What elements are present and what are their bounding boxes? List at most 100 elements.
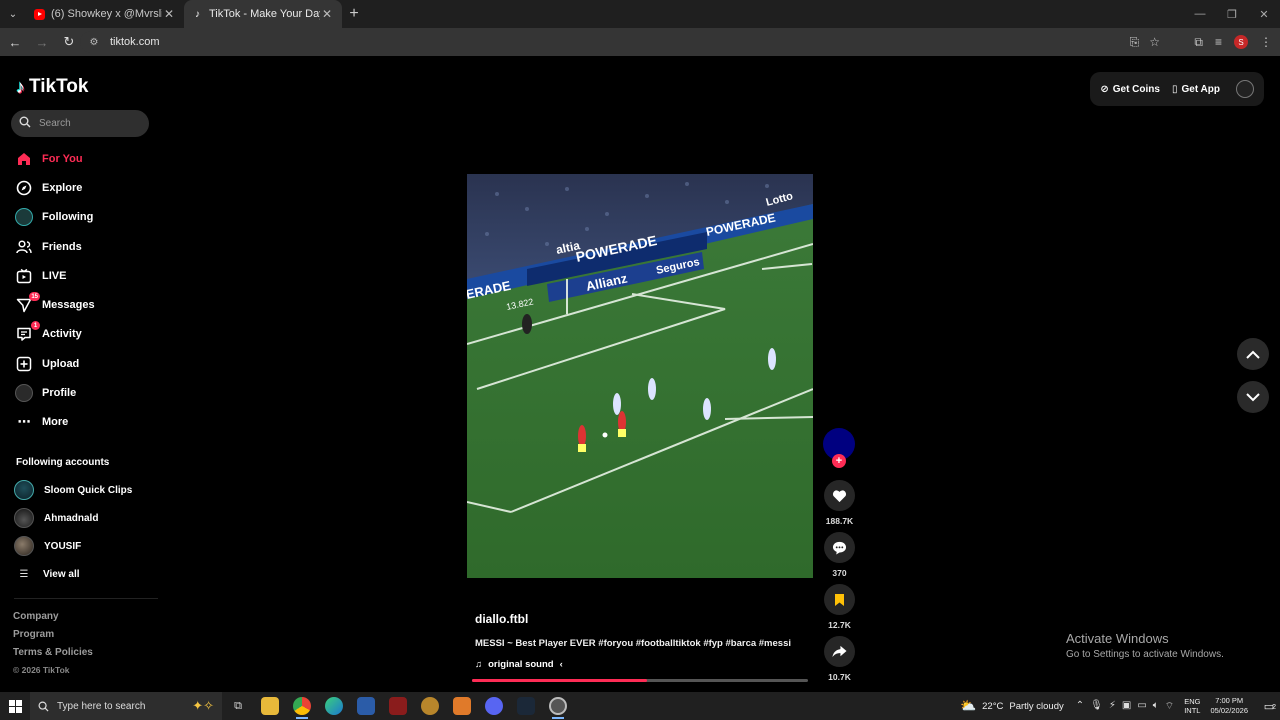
back-button[interactable]: ← [3, 30, 27, 54]
nav-explore[interactable]: Explore [14, 173, 164, 202]
profile-avatar[interactable]: S [1234, 35, 1248, 49]
wifi-icon[interactable]: ⌔ [1165, 700, 1174, 713]
account-name: Sloom Quick Clips [44, 484, 133, 496]
previous-video-button[interactable] [1237, 338, 1269, 370]
sidebar-divider [14, 598, 158, 599]
footer-program-link[interactable]: Program [13, 629, 93, 647]
sound-label: original sound [488, 659, 554, 670]
get-app-button[interactable]: ▯ Get App [1172, 84, 1220, 95]
nav-more[interactable]: ⋯ More [14, 408, 164, 437]
language-indicator[interactable]: ENG INTL [1184, 697, 1200, 715]
coin-icon: ⊘ [1100, 83, 1109, 95]
share-button[interactable] [824, 636, 855, 667]
file-explorer-icon[interactable] [254, 692, 286, 720]
like-button[interactable] [824, 480, 855, 511]
tiktok-logo[interactable]: ♪ TikTok [16, 76, 88, 98]
close-tab-icon[interactable]: ✕ [162, 7, 176, 21]
nav-friends[interactable]: Friends [14, 232, 164, 261]
minimize-icon[interactable]: — [1184, 0, 1216, 28]
next-video-button[interactable] [1237, 381, 1269, 413]
close-window-icon[interactable]: ✕ [1248, 0, 1280, 28]
display-icon[interactable]: ▣ [1122, 700, 1131, 713]
task-view-icon[interactable]: ⧉ [222, 692, 254, 720]
search-box[interactable] [11, 110, 149, 137]
notification-center-icon[interactable]: ▭ 2 [1258, 700, 1280, 713]
account-name: Ahmadnald [44, 512, 99, 524]
reload-button[interactable]: ↻ [57, 30, 81, 54]
nav-messages[interactable]: 15 Messages [14, 290, 164, 319]
close-tab-icon[interactable]: ✕ [320, 7, 334, 21]
video-sound[interactable]: ♫ original sound ‹ [475, 659, 805, 670]
sidebar-footer: Company Program Terms & Policies © 2026 … [13, 611, 93, 683]
nav-upload[interactable]: Upload [14, 349, 164, 378]
nav-label: Following [42, 211, 94, 224]
discord-icon[interactable] [478, 692, 510, 720]
live-icon [14, 266, 34, 286]
weather-widget[interactable]: ⛅ 22°C Partly cloudy [960, 698, 1064, 714]
video-player[interactable]: POWERADE Allianz Seguros altia Lotto POW… [467, 174, 813, 578]
search-input[interactable] [39, 118, 139, 129]
edge-icon[interactable] [318, 692, 350, 720]
tab-search-icon[interactable]: ⌄ [0, 0, 26, 28]
follow-plus-button[interactable]: + [832, 454, 846, 468]
video-progress-bar[interactable] [472, 679, 808, 682]
nav-following[interactable]: Following [14, 203, 164, 232]
top-actions-bar: ⊘ Get Coins ▯ Get App [1090, 72, 1264, 106]
forward-button[interactable]: → [30, 30, 54, 54]
browser-tab-tiktok[interactable]: ♪ TikTok - Make Your Day ✕ [184, 0, 342, 28]
sparkle-icon: ✦✧ [192, 698, 214, 713]
following-account[interactable]: YOUSIF [14, 532, 164, 560]
following-account[interactable]: Sloom Quick Clips [14, 476, 164, 504]
get-coins-button[interactable]: ⊘ Get Coins [1100, 84, 1160, 95]
chevron-up-icon[interactable]: ⌃ [1076, 700, 1084, 713]
app-icon-red[interactable] [382, 692, 414, 720]
clock-date: 05/02/2026 [1210, 706, 1248, 715]
share-count: 10.7K [828, 672, 851, 682]
app-icon-gold[interactable] [414, 692, 446, 720]
nav-for-you[interactable]: For You [14, 144, 164, 173]
media-control-icon[interactable]: ≡ [1215, 35, 1222, 49]
app-icon-blue[interactable] [350, 692, 382, 720]
footer-company-link[interactable]: Company [13, 611, 93, 629]
comment-button[interactable] [824, 532, 855, 563]
site-info-icon[interactable]: ⚙ [84, 37, 104, 48]
taskbar-search[interactable]: Type here to search ✦✧ [30, 692, 222, 720]
save-button[interactable] [824, 584, 855, 615]
nav-activity[interactable]: 1 Activity [14, 320, 164, 349]
microphone-icon[interactable]: 🎙︎ [1090, 700, 1103, 713]
chevron-up-icon [1246, 350, 1260, 359]
nav-live[interactable]: LIVE [14, 261, 164, 290]
browser-tab-youtube[interactable]: (6) Showkey x @MvrslinoMuzik ✕ [26, 0, 184, 28]
app-icon-orange[interactable] [446, 692, 478, 720]
nav-profile[interactable]: Profile [14, 378, 164, 407]
address-bar[interactable]: ⚙ tiktok.com [80, 31, 1160, 53]
video-username[interactable]: diallo.ftbl [475, 612, 805, 626]
new-tab-button[interactable]: + [342, 5, 366, 23]
battery-icon[interactable]: ▭ [1137, 700, 1146, 713]
sidebar-nav: For You Explore Following Friends LIVE 1… [14, 144, 164, 437]
clock[interactable]: 7:00 PM 05/02/2026 [1210, 696, 1248, 716]
watermark-title: Activate Windows [1066, 631, 1169, 646]
volume-icon[interactable]: 🔈︎ [1153, 700, 1159, 713]
windows-logo-icon [8, 699, 22, 713]
like-count: 188.7K [825, 516, 854, 526]
steam-icon[interactable] [510, 692, 542, 720]
chrome-icon[interactable] [286, 692, 318, 720]
user-avatar[interactable] [1236, 80, 1254, 98]
view-all-label: View all [43, 568, 80, 580]
install-app-icon[interactable]: ⎘ [1130, 35, 1140, 50]
following-account[interactable]: Ahmadnald [14, 504, 164, 532]
network-icon[interactable]: ⚡ [1109, 700, 1116, 713]
nav-label: LIVE [42, 269, 67, 282]
extensions-icon[interactable]: ⧉ [1194, 35, 1203, 50]
brand-name: TikTok [29, 76, 89, 97]
app-icon-gray[interactable] [542, 692, 574, 720]
footer-terms-link[interactable]: Terms & Policies [13, 647, 93, 665]
bookmark-star-icon[interactable]: ☆ [1149, 35, 1160, 49]
view-all-link[interactable]: ☰ View all [14, 560, 164, 588]
browser-menu-icon[interactable]: ⋮ [1260, 35, 1272, 49]
restore-icon[interactable]: ❐ [1216, 0, 1248, 28]
video-frame: POWERADE Allianz Seguros altia Lotto POW… [467, 174, 813, 578]
nav-label: Activity [42, 328, 82, 341]
start-button[interactable] [0, 692, 30, 720]
